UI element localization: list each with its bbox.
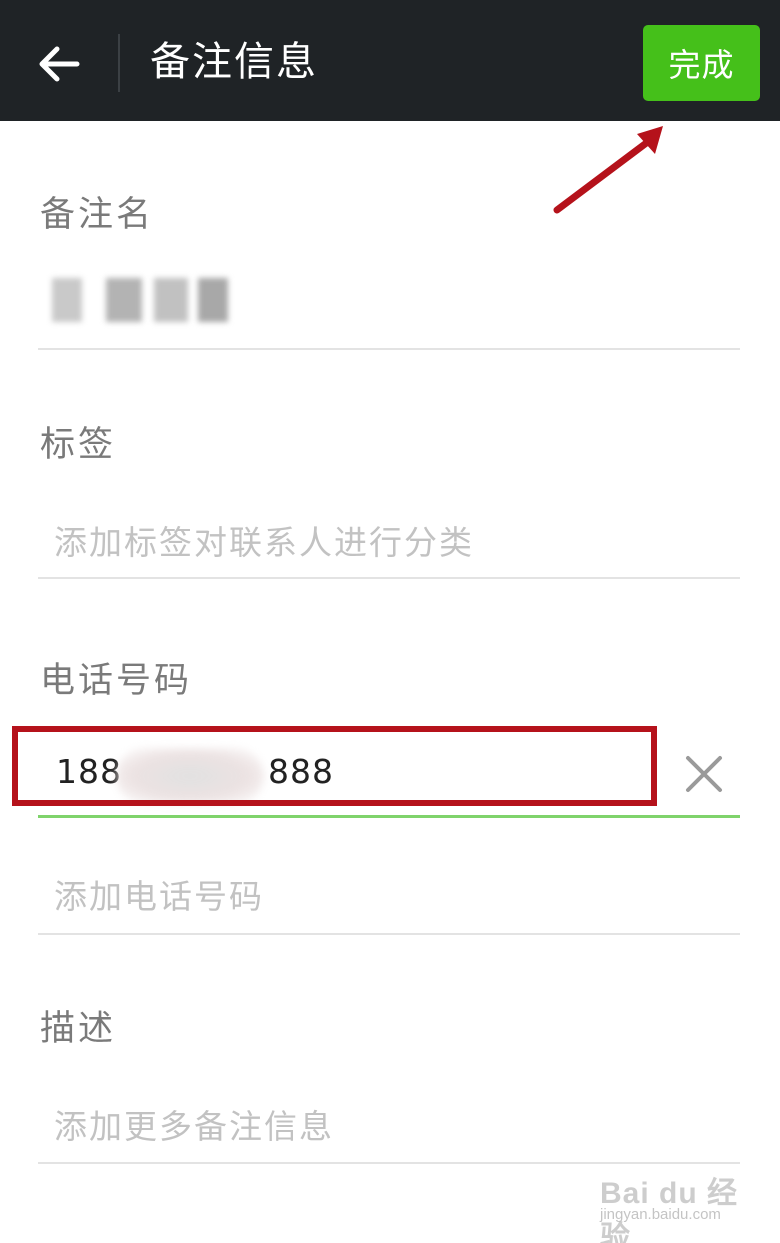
remark-name-underline bbox=[38, 348, 740, 350]
description-label: 描述 bbox=[40, 1009, 117, 1049]
back-button[interactable] bbox=[28, 36, 90, 92]
watermark-url: jingyan.baidu.com bbox=[600, 1206, 721, 1223]
arrow-left-icon bbox=[39, 46, 80, 82]
top-bar: 备注信息 完成 bbox=[0, 0, 780, 121]
done-button[interactable]: 完成 bbox=[643, 25, 760, 101]
phone-underline bbox=[38, 815, 740, 818]
watermark: Bai du 经验 jingyan.baidu.com bbox=[596, 1158, 768, 1243]
description-field[interactable]: 添加更多备注信息 bbox=[54, 1100, 334, 1148]
tags-underline bbox=[38, 577, 740, 579]
tags-label: 标签 bbox=[40, 425, 117, 465]
phone-label: 电话号码 bbox=[40, 661, 193, 701]
remark-name-input[interactable] bbox=[48, 278, 230, 322]
header-divider bbox=[118, 34, 120, 92]
red-arrow-icon bbox=[553, 126, 663, 214]
close-icon[interactable] bbox=[682, 752, 726, 796]
add-phone-underline bbox=[38, 933, 740, 935]
remark-name-label: 备注名 bbox=[40, 195, 155, 235]
tags-field[interactable]: 添加标签对联系人进行分类 bbox=[54, 516, 474, 564]
add-phone-field[interactable]: 添加电话号码 bbox=[54, 870, 264, 918]
page-title: 备注信息 bbox=[150, 39, 318, 85]
highlight-box bbox=[12, 726, 657, 806]
